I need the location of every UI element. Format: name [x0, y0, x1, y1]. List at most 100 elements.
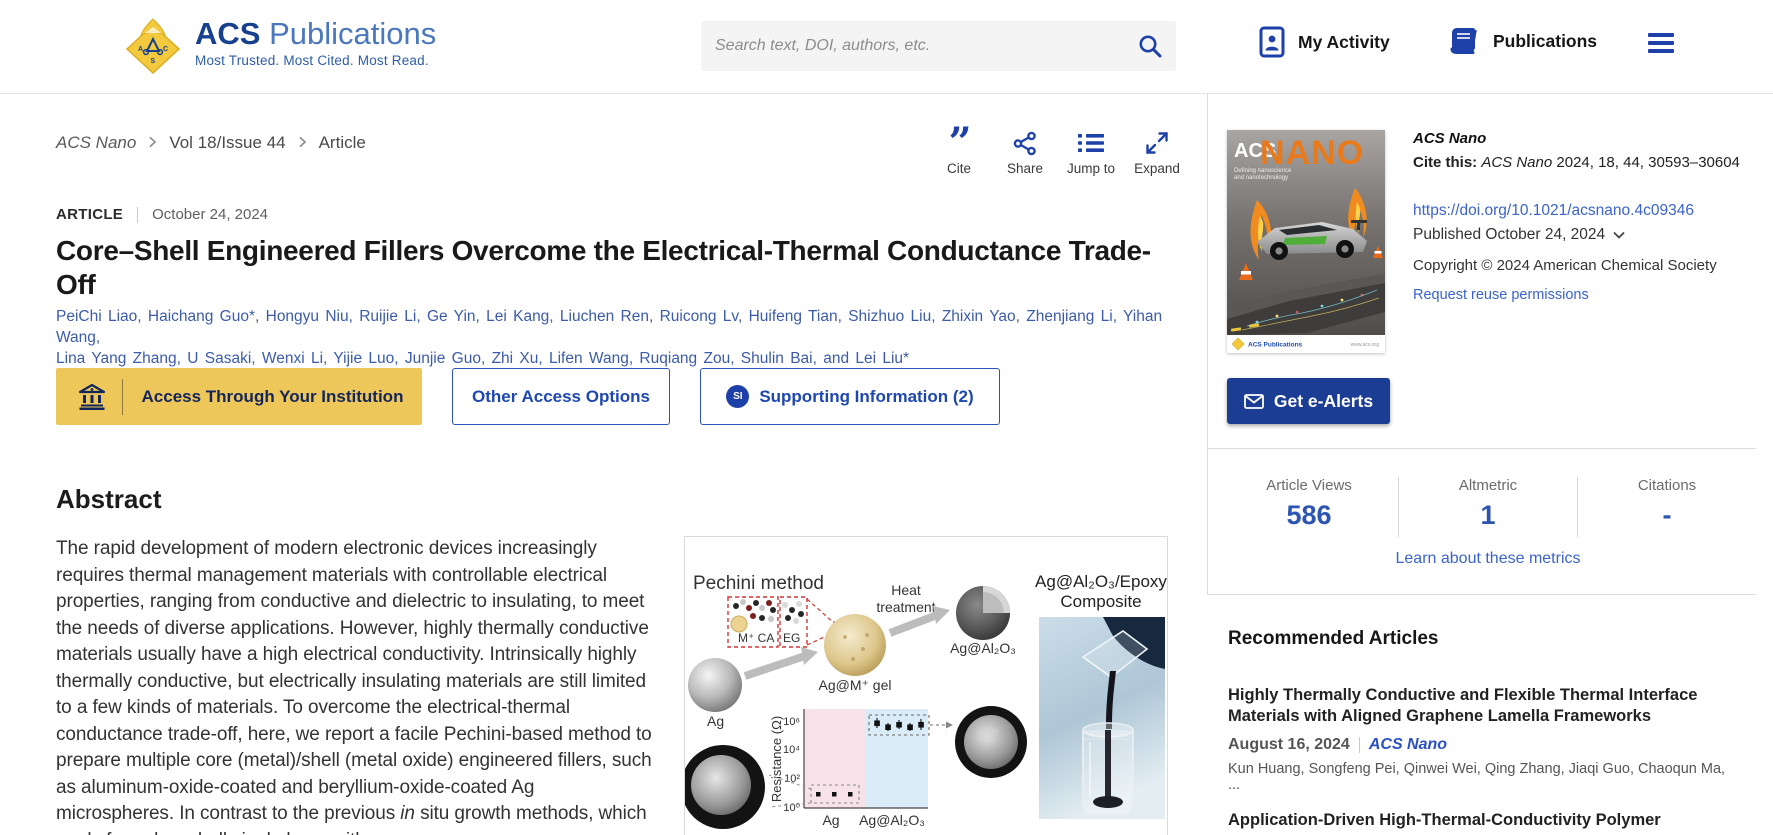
citation-block: ACS Nano Cite this: ACS Nano 2024, 18, 4…	[1413, 130, 1758, 303]
request-reuse-link[interactable]: Request reuse permissions	[1413, 287, 1758, 303]
metric-value: 1	[1399, 500, 1577, 531]
metric-label: Citations	[1578, 477, 1756, 494]
metric-altmetric: Altmetric 1	[1399, 477, 1577, 537]
recommended-meta: August 16, 2024 ACS Nano	[1228, 736, 1740, 754]
chart-ylabel: Resistance (Ω)	[769, 716, 784, 802]
cover-footer-url: www.acs.org	[1351, 342, 1380, 348]
breadcrumb-journal[interactable]: ACS Nano	[56, 133, 136, 153]
breadcrumb-issue[interactable]: Vol 18/Issue 44	[169, 133, 285, 153]
abstract-body: The rapid development of modern electron…	[56, 538, 652, 824]
ag-sphere	[688, 658, 742, 712]
journal-cover-image[interactable]: ACS NANO Defining nanoscience and nanote…	[1227, 130, 1385, 353]
supporting-information-button[interactable]: SI Supporting Information (2)	[700, 368, 1000, 425]
publications-label: Publications	[1493, 31, 1597, 52]
recommended-date: August 16, 2024	[1228, 736, 1350, 754]
metric-article-views: Article Views 586	[1220, 477, 1398, 537]
sidebar-journal-title: ACS Nano	[1413, 130, 1758, 147]
recommended-title[interactable]: Application-Driven High-Thermal-Conducti…	[1228, 810, 1740, 831]
my-activity-nav[interactable]: My Activity	[1258, 26, 1390, 58]
doi-link[interactable]: https://doi.org/10.1021/acsnano.4c09346	[1413, 202, 1758, 220]
share-label: Share	[1007, 161, 1043, 176]
graphical-abstract-figure[interactable]: Pechini method M⁺ CA EG	[684, 536, 1168, 835]
jump-to-label: Jump to	[1067, 161, 1115, 176]
divider	[1207, 594, 1756, 595]
cover-nano-text: NANO	[1260, 134, 1364, 172]
ga-heat-label-1: Heat	[891, 582, 921, 598]
search-button[interactable]	[1124, 21, 1176, 71]
gel-sphere	[824, 614, 886, 676]
envelope-icon	[1244, 394, 1264, 409]
metric-label: Altmetric	[1399, 477, 1577, 494]
si-icon: SI	[726, 385, 749, 408]
access-institution-button[interactable]: Access Through Your Institution	[56, 368, 422, 425]
abstract-heading: Abstract	[56, 484, 161, 515]
cite-this-line: Cite this: ACS Nano 2024, 18, 44, 30593–…	[1413, 153, 1758, 173]
logo-publications: Publications	[269, 16, 436, 51]
page-title: Core–Shell Engineered Fillers Overcome t…	[56, 234, 1156, 302]
my-activity-label: My Activity	[1298, 32, 1390, 53]
cite-this-journal: ACS Nano	[1481, 154, 1552, 171]
divider	[1207, 94, 1208, 594]
logo-acs: ACS	[195, 16, 260, 51]
recommended-article-1: Highly Thermally Conductive and Flexible…	[1228, 685, 1740, 793]
cover-caption-2: and nanotechnology	[1234, 175, 1288, 181]
publications-nav[interactable]: Publications	[1447, 26, 1597, 56]
ga-eg-label: EG	[783, 631, 800, 645]
cite-this-numbers: 2024, 18, 44, 30593–30604	[1556, 154, 1740, 171]
divider	[137, 207, 138, 223]
xtick-agal: Ag@Al₂O₃	[859, 812, 925, 828]
resistance-chart: 10⁶ 10⁴ 10² 10⁰ Resistance (Ω)	[769, 709, 953, 828]
share-button[interactable]: Share	[996, 128, 1054, 176]
cite-this-label: Cite this:	[1413, 154, 1477, 171]
jump-to-button[interactable]: Jump to	[1062, 128, 1120, 176]
acs-diamond-logo-icon: A C S	[125, 17, 181, 75]
search-bar	[701, 21, 1176, 71]
cite-button[interactable]: ” Cite	[930, 128, 988, 176]
divider	[1207, 448, 1756, 449]
ga-composite-label-2: Composite	[1060, 592, 1141, 611]
other-access-options-button[interactable]: Other Access Options	[452, 368, 670, 425]
recommended-article-2: Application-Driven High-Thermal-Conducti…	[1228, 810, 1740, 831]
chevron-right-icon	[298, 136, 307, 150]
molecule-cluster	[731, 599, 804, 632]
divider	[122, 379, 123, 415]
author-list: PeiChi Liao, Haichang Guo*, Hongyu Niu, …	[56, 306, 1166, 369]
metric-citations: Citations -	[1578, 477, 1756, 537]
ga-mca-label: M⁺ CA	[738, 631, 774, 645]
svg-text:S: S	[151, 58, 156, 65]
cite-label: Cite	[947, 161, 971, 176]
published-dropdown[interactable]: Published October 24, 2024	[1413, 226, 1758, 244]
metric-label: Article Views	[1220, 477, 1398, 494]
pouring-photo	[1039, 617, 1165, 819]
chevron-right-icon	[148, 136, 157, 150]
published-label: Published October 24, 2024	[1413, 226, 1605, 244]
get-e-alerts-label: Get e-Alerts	[1274, 391, 1373, 412]
expand-button[interactable]: Expand	[1128, 128, 1186, 176]
author-line-2[interactable]: Lina Yang Zhang, U Sasaki, Wenxi Li, Yij…	[56, 348, 1166, 369]
ga-agal-label: Ag@Al₂O₃	[950, 640, 1016, 656]
search-icon	[1137, 33, 1163, 59]
top-header: A C S ACS Publications Most Trusted. Mos…	[0, 0, 1773, 94]
recommended-title[interactable]: Highly Thermally Conductive and Flexible…	[1228, 685, 1740, 727]
search-input[interactable]	[701, 37, 1124, 55]
acs-logo[interactable]: A C S ACS Publications Most Trusted. Mos…	[125, 17, 436, 75]
get-e-alerts-button[interactable]: Get e-Alerts	[1227, 378, 1390, 424]
menu-icon[interactable]	[1648, 33, 1674, 55]
expand-label: Expand	[1134, 161, 1180, 176]
breadcrumb-page: Article	[319, 133, 366, 153]
ga-gel-label: Ag@M⁺ gel	[819, 677, 892, 693]
journal-cover-art: ACS NANO Defining nanoscience and nanote…	[1227, 130, 1385, 353]
author-line-1[interactable]: PeiChi Liao, Haichang Guo*, Hongyu Niu, …	[56, 306, 1166, 348]
ga-composite-label-1: Ag@Al₂O₃/Epoxy	[1035, 572, 1167, 591]
recommended-journal[interactable]: ACS Nano	[1369, 736, 1447, 754]
metric-value: 586	[1220, 500, 1398, 531]
divider	[1359, 737, 1360, 753]
article-action-bar: ” Cite Share	[930, 128, 1186, 176]
cite-icon: ”	[948, 132, 969, 154]
learn-about-metrics-link[interactable]: Learn about these metrics	[1220, 550, 1756, 568]
access-button-row: Access Through Your Institution Other Ac…	[56, 368, 1000, 425]
cover-caption-1: Defining nanoscience	[1234, 168, 1292, 174]
publications-book-icon	[1447, 26, 1481, 56]
other-access-label: Other Access Options	[472, 387, 650, 407]
supporting-information-label: Supporting Information (2)	[759, 387, 973, 407]
